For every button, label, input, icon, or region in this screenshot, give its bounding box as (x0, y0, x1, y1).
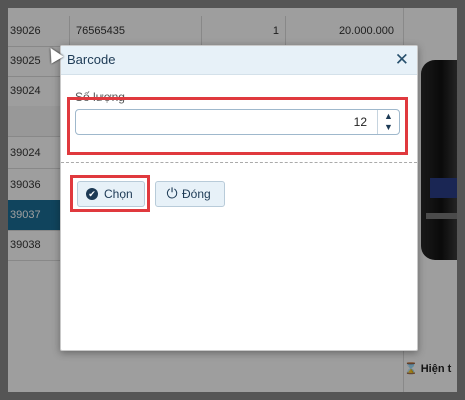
power-icon: ⏻ (166, 185, 178, 201)
close-icon[interactable]: ✕ (395, 51, 409, 68)
dialog-divider (61, 162, 417, 163)
dialog-title: Barcode (67, 52, 116, 67)
highlight-box-choose (70, 175, 150, 212)
dialog-header: Barcode ✕ (61, 46, 417, 75)
close-button-label: Đóng (182, 187, 211, 201)
highlight-box-quantity (67, 97, 408, 155)
close-button[interactable]: ⏻ Đóng (155, 181, 225, 207)
